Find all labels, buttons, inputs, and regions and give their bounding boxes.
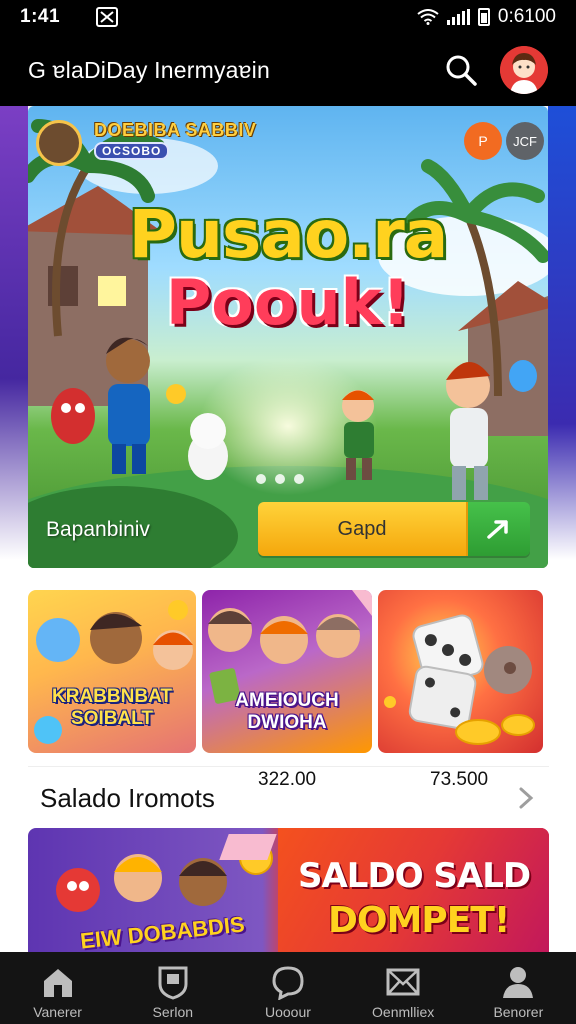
app-bar: G ɐlaDiDay Inermyaɐin bbox=[0, 34, 576, 106]
chevron-right-icon[interactable] bbox=[515, 785, 537, 811]
app-title: G ɐlaDiDay Inermyaɐin bbox=[28, 56, 270, 83]
nav-item-profile[interactable]: Benorer bbox=[468, 964, 568, 1020]
wallet-balance-row[interactable]: Salado Iromots 322.00 73.500 bbox=[28, 766, 549, 828]
game-tile-label: KRABBNBAT SOIBALT bbox=[52, 686, 172, 729]
promo-title-line2: DOMPET! bbox=[328, 900, 510, 941]
mail-icon bbox=[385, 964, 421, 1000]
promo-tag bbox=[219, 834, 277, 860]
game-tile-dice[interactable] bbox=[378, 590, 543, 753]
wallet-amount-primary: 322.00 bbox=[258, 769, 317, 790]
hero-profile-avatar[interactable] bbox=[36, 120, 82, 166]
nav-item-shield[interactable]: Serlon bbox=[123, 964, 223, 1020]
hero-banner[interactable]: DOEBIBA SABBIV OCSOBO P JCF Pusao.ra Poo… bbox=[28, 106, 548, 568]
nav-item-home[interactable]: Vanerer bbox=[8, 964, 108, 1020]
dice-icon bbox=[384, 614, 535, 745]
home-icon bbox=[40, 964, 76, 1000]
nav-item-chat[interactable]: Uooour bbox=[238, 964, 338, 1020]
hero-title-line1: Pusao.ra bbox=[128, 196, 449, 273]
carousel-dot[interactable] bbox=[294, 474, 304, 484]
nav-label: Oenmlliex bbox=[372, 1004, 435, 1020]
wallet-amount-secondary: 73.500 bbox=[430, 769, 489, 790]
hero-chip-orange[interactable]: P bbox=[464, 122, 502, 160]
game-tile[interactable]: KRABBNBAT SOIBALT bbox=[28, 590, 196, 753]
status-bar: 1:41 0:6100 bbox=[0, 0, 576, 34]
nav-item-mail[interactable]: Oenmlliex bbox=[353, 964, 453, 1020]
profile-icon bbox=[500, 964, 536, 1000]
status-clock: 0:6100 bbox=[497, 6, 556, 27]
avatar[interactable] bbox=[500, 46, 548, 94]
carousel-dot[interactable] bbox=[275, 474, 285, 484]
hero-chip-gray[interactable]: JCF bbox=[506, 122, 544, 160]
notification-icon bbox=[96, 7, 119, 27]
hero-profile-tag: OCSOBO bbox=[94, 142, 170, 160]
chat-icon bbox=[270, 964, 306, 1000]
nav-label: Vanerer bbox=[33, 1004, 82, 1020]
play-button-label: Gapd bbox=[258, 502, 468, 556]
nav-label: Uooour bbox=[265, 1004, 311, 1020]
game-tiles: KRABBNBAT SOIBALT AMEIOUCH DWIOHA bbox=[28, 590, 549, 753]
game-tile[interactable]: AMEIOUCH DWIOHA bbox=[202, 590, 372, 753]
battery-icon bbox=[477, 8, 490, 26]
signal-icon bbox=[446, 9, 470, 25]
wallet-label: Salado Iromots bbox=[40, 783, 215, 813]
carousel-dot[interactable] bbox=[256, 474, 266, 484]
game-tile-label: AMEIOUCH DWIOHA bbox=[235, 690, 339, 733]
promo-banner[interactable]: EIW DOBABDIS SALDO SALD DOMPET! bbox=[28, 828, 549, 952]
nav-label: Serlon bbox=[152, 1004, 194, 1020]
hero-next-peek bbox=[548, 106, 576, 560]
hero-prev-peek bbox=[0, 106, 28, 560]
play-button[interactable]: Gapd bbox=[258, 502, 530, 556]
wifi-icon bbox=[417, 9, 439, 25]
shield-icon bbox=[155, 964, 191, 1000]
bottom-nav: Vanerer Serlon Uooour Oenmlliex Benorer bbox=[0, 952, 576, 1024]
carousel-dots bbox=[256, 474, 304, 484]
search-icon[interactable] bbox=[444, 53, 478, 87]
hero-caption: Bapanbiniv bbox=[46, 518, 150, 541]
status-time: 1:41 bbox=[20, 6, 61, 27]
nav-label: Benorer bbox=[493, 1004, 544, 1020]
arrow-right-icon[interactable] bbox=[468, 502, 530, 556]
promo-title-line1: SALDO SALD bbox=[298, 856, 531, 896]
hero-profile-name: DOEBIBA SABBIV bbox=[94, 120, 257, 140]
hero-section: DOEBIBA SABBIV OCSOBO P JCF Pusao.ra Poo… bbox=[0, 106, 576, 568]
